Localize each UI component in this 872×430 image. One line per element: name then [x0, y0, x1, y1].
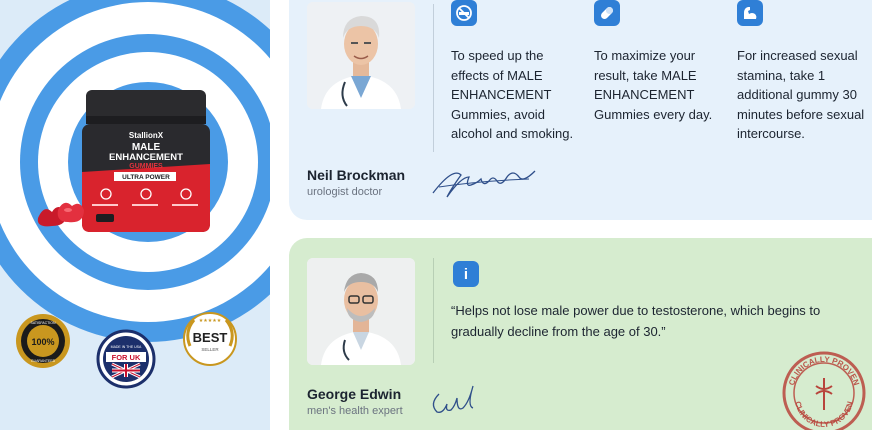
pill-icon [594, 0, 620, 26]
best-seller-badge-icon: ★★★★★ BEST SELLER [183, 312, 237, 366]
doctor-photo-george-edwin [307, 258, 415, 365]
product-brand: StallionX [129, 131, 164, 140]
guarantee-badge-value: 100% [31, 337, 54, 347]
guarantee-badge-icon: 100% SATISFACTION GUARANTEED [16, 314, 70, 368]
svg-text:★★★★★: ★★★★★ [199, 318, 222, 324]
signature-neil-brockman [432, 170, 536, 198]
card-divider [433, 4, 434, 152]
best-seller-title: BEST [193, 330, 228, 345]
no-smoking-icon [451, 0, 477, 26]
doctor-name: George Edwin [307, 386, 402, 402]
info-icon: i [453, 261, 479, 287]
uk-badge-top: MADE IN THE USA [111, 345, 142, 349]
product-name-line2: ENHANCEMENT [109, 152, 183, 163]
tip-text: To maximize your result, take MALE ENHAN… [594, 48, 713, 122]
product-panel: ULTRA POWER StallionX MALE ENHANCEMENT G… [0, 0, 270, 430]
uk-badge-label: FOR UK [112, 353, 141, 362]
product-jar-image: ULTRA POWER StallionX MALE ENHANCEMENT G… [82, 90, 210, 232]
signature-george-edwin [432, 385, 474, 413]
tip-text: To speed up the effects of MALE ENHANCEM… [451, 48, 574, 141]
best-seller-subtitle: SELLER [201, 347, 219, 352]
uk-badge-icon: MADE IN THE USA FOR UK [96, 329, 156, 389]
doctor-role: men's health expert [307, 405, 403, 417]
muscle-arm-icon [737, 0, 763, 26]
product-name-line3: GUMMIES [129, 163, 163, 170]
tip-no-smoking: To speed up the effects of MALE ENHANCEM… [451, 0, 581, 144]
doctor-card-george-edwin: i “Helps not lose male power due to test… [289, 238, 872, 430]
doctor-name: Neil Brockman [307, 167, 406, 183]
gummies-image [37, 202, 84, 227]
tip-stamina: For increased sexual stamina, take 1 add… [737, 0, 867, 144]
doctor-card-neil-brockman: To speed up the effects of MALE ENHANCEM… [289, 0, 872, 220]
doctor-quote: “Helps not lose male power due to testos… [451, 303, 821, 339]
trust-badges: 100% SATISFACTION GUARANTEED MADE IN THE… [16, 312, 237, 389]
doctor-photo-neil-brockman [307, 2, 415, 109]
doctor-role: urologist doctor [307, 186, 383, 198]
product-band-label: ULTRA POWER [122, 174, 170, 181]
guarantee-badge-top: SATISFACTION [30, 321, 55, 325]
tip-text: For increased sexual stamina, take 1 add… [737, 48, 865, 141]
clinically-proven-stamp-icon: CLINICALLY PROVEN CLINICALLY PROVEN [782, 351, 866, 430]
card-divider [433, 258, 434, 363]
tip-pill: To maximize your result, take MALE ENHAN… [594, 0, 724, 124]
guarantee-badge-bottom: GUARANTEED [31, 359, 56, 363]
